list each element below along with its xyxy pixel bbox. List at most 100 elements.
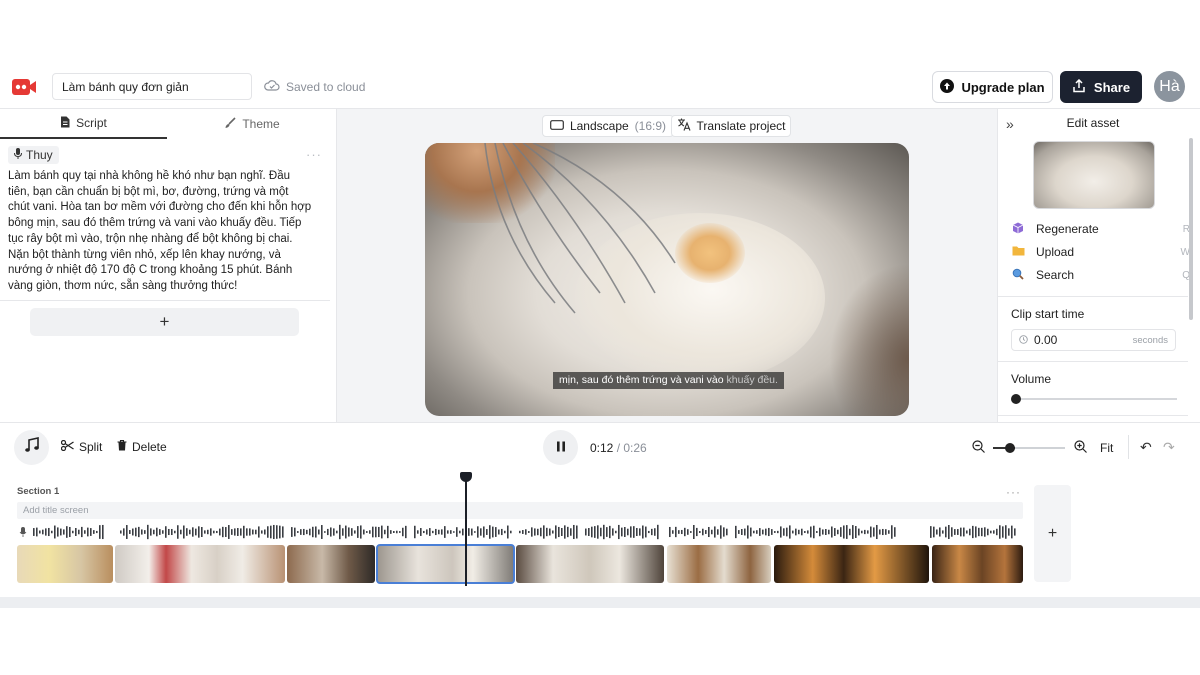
- clip-start-input[interactable]: 0.00 seconds: [1011, 329, 1176, 351]
- zoom-slider-handle[interactable]: [1005, 443, 1015, 453]
- waveform-bar: [1008, 528, 1010, 536]
- waveform-bar: [276, 525, 278, 539]
- volume-slider-track[interactable]: [1015, 398, 1177, 400]
- upload-button[interactable]: Upload W: [1012, 243, 1190, 261]
- waveform-bar: [291, 527, 293, 537]
- upgrade-plan-button[interactable]: Upgrade plan: [932, 71, 1053, 103]
- audio-waveform-track[interactable]: [17, 522, 1023, 542]
- music-button[interactable]: [14, 430, 49, 465]
- waveform-bar: [507, 525, 509, 539]
- user-avatar[interactable]: Hà: [1154, 71, 1185, 102]
- waveform-bar: [576, 525, 578, 539]
- redo-icon[interactable]: ↷: [1163, 439, 1175, 456]
- waveform-bar: [393, 531, 395, 533]
- waveform-bar: [813, 525, 815, 539]
- tab-script[interactable]: Script: [0, 109, 167, 139]
- share-icon: [1072, 78, 1086, 96]
- waveform-bar: [711, 529, 713, 535]
- waveform-bar: [36, 527, 38, 537]
- delete-button[interactable]: Delete: [117, 439, 167, 454]
- waveform-bar: [360, 525, 362, 539]
- waveform-bar: [48, 527, 50, 537]
- timeline-clip[interactable]: [774, 545, 929, 583]
- upgrade-plan-label: Upgrade plan: [961, 79, 1045, 95]
- more-options-icon[interactable]: ···: [306, 147, 322, 162]
- speaker-badge[interactable]: Thuy: [8, 146, 59, 164]
- waveform-bar: [999, 525, 1001, 539]
- aspect-ratio-button[interactable]: Landscape (16:9): [542, 115, 674, 137]
- playhead-handle[interactable]: [460, 472, 472, 482]
- waveform-bar: [150, 528, 152, 536]
- waveform-bar: [234, 528, 236, 536]
- playhead[interactable]: [465, 478, 467, 586]
- section-more-options-icon[interactable]: ···: [1006, 485, 1021, 499]
- tab-theme[interactable]: Theme: [167, 109, 337, 139]
- tab-theme-label: Theme: [242, 117, 280, 131]
- zoom-out-icon[interactable]: [972, 440, 985, 456]
- waveform-bar: [258, 526, 260, 538]
- zoom-slider-track[interactable]: [993, 447, 1065, 449]
- waveform-bar: [522, 530, 524, 534]
- waveform-bar: [681, 529, 683, 535]
- waveform-bar: [255, 529, 257, 535]
- search-button[interactable]: Search Q: [1012, 266, 1190, 284]
- regenerate-button[interactable]: Regenerate R: [1012, 220, 1190, 238]
- waveform-bar: [1002, 526, 1004, 538]
- volume-slider-handle[interactable]: [1011, 394, 1021, 404]
- waveform-bar: [180, 529, 182, 535]
- waveform-bar: [801, 528, 803, 536]
- script-text[interactable]: Làm bánh quy tại nhà không hề khó như bạ…: [8, 169, 313, 295]
- timeline-clip[interactable]: [17, 545, 113, 583]
- waveform-bar: [972, 525, 974, 539]
- waveform-bar: [723, 527, 725, 537]
- waveform-bar: [684, 527, 686, 537]
- timeline-clip[interactable]: [115, 545, 285, 583]
- undo-icon[interactable]: ↶: [1140, 439, 1152, 456]
- waveform-bar: [510, 530, 512, 534]
- waveform-bar: [531, 527, 533, 537]
- timeline-clip[interactable]: [667, 545, 771, 583]
- waveform-bar: [51, 530, 53, 534]
- waveform-bar: [552, 530, 554, 534]
- translate-project-button[interactable]: Translate project: [671, 115, 791, 137]
- waveform-bar: [1005, 525, 1007, 539]
- app-logo-icon[interactable]: [11, 75, 37, 99]
- waveform-bar: [888, 530, 890, 534]
- waveform-bar: [951, 527, 953, 537]
- timeline-clip[interactable]: [287, 545, 375, 583]
- waveform-bar: [807, 530, 809, 534]
- waveform-bar: [141, 529, 143, 535]
- share-button[interactable]: Share: [1060, 71, 1142, 103]
- video-preview[interactable]: mịn, sau đó thêm trứng và vani vào khuấy…: [425, 143, 909, 416]
- add-section-button[interactable]: +: [1034, 485, 1071, 582]
- divider: [998, 415, 1188, 416]
- waveform-bar: [846, 525, 848, 539]
- aspect-ratio-value: (16:9): [634, 119, 667, 133]
- zoom-in-icon[interactable]: [1074, 440, 1087, 456]
- timeline-clip[interactable]: [932, 545, 1023, 583]
- split-button[interactable]: Split: [60, 439, 102, 454]
- timeline-clip[interactable]: [516, 545, 664, 583]
- waveform-bar: [840, 527, 842, 537]
- waveform-bar: [78, 529, 80, 535]
- waveform-bar: [168, 528, 170, 536]
- asset-thumbnail[interactable]: [1033, 141, 1155, 209]
- timeline-clip[interactable]: [376, 544, 515, 584]
- right-panel-scrollbar[interactable]: [1189, 138, 1193, 320]
- waveform-bar: [585, 528, 587, 536]
- waveform-bar: [363, 529, 365, 535]
- title-screen-track[interactable]: Add title screen: [17, 502, 1023, 519]
- waveform-bar: [273, 524, 275, 540]
- project-title-input[interactable]: Làm bánh quy đơn giản: [52, 73, 252, 100]
- waveform-bar: [480, 528, 482, 536]
- waveform-bar: [477, 526, 479, 538]
- waveform-bar: [735, 525, 737, 539]
- waveform-bar: [63, 529, 65, 535]
- waveform-bar: [651, 528, 653, 536]
- clip-start-unit: seconds: [1132, 334, 1168, 346]
- add-scene-button[interactable]: +: [30, 308, 299, 336]
- fit-button[interactable]: Fit: [1100, 441, 1113, 455]
- waveform-bar: [297, 531, 299, 533]
- pause-button[interactable]: [543, 430, 578, 465]
- video-clips-track[interactable]: [17, 544, 1023, 584]
